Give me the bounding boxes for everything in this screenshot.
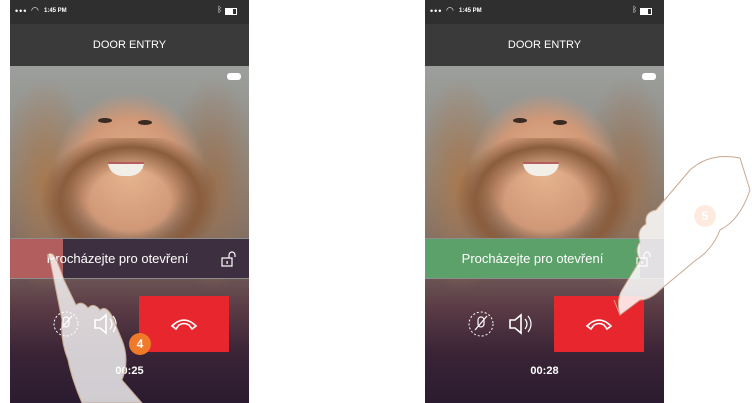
status-time: 1:45 PM — [44, 8, 67, 14]
battery-icon — [225, 8, 237, 15]
cellular-signal-icon: ••• — [430, 6, 443, 16]
status-bar: ••• ◠ 1:45 PM ᛒ — [10, 0, 249, 24]
unlock-icon — [221, 251, 236, 267]
phone-screen-1: ••• ◠ 1:45 PM ᛒ DOOR ENTRY Procházejte p… — [10, 0, 249, 403]
wifi-icon: ◠ — [31, 5, 39, 15]
video-eye — [138, 120, 152, 125]
status-time: 1:45 PM — [459, 8, 482, 14]
video-eye — [513, 118, 527, 123]
video-eye — [553, 120, 567, 125]
status-bar: ••• ◠ 1:45 PM ᛒ — [425, 0, 664, 24]
battery-icon — [640, 8, 652, 15]
wifi-icon: ◠ — [446, 5, 454, 15]
bluetooth-icon: ᛒ — [632, 5, 637, 14]
mic-muted-icon[interactable] — [467, 310, 495, 338]
video-eye — [98, 118, 112, 123]
signal-icon — [642, 73, 656, 80]
bluetooth-icon: ᛒ — [217, 5, 222, 14]
hand-pointer-illustration — [47, 253, 143, 403]
cellular-signal-icon: ••• — [15, 6, 28, 16]
page-title: DOOR ENTRY — [425, 24, 664, 66]
call-timer: 00:28 — [530, 365, 559, 377]
hand-pointer-illustration — [613, 156, 751, 316]
speaker-icon[interactable] — [507, 310, 533, 338]
page-title: DOOR ENTRY — [10, 24, 249, 66]
signal-icon — [227, 73, 241, 80]
